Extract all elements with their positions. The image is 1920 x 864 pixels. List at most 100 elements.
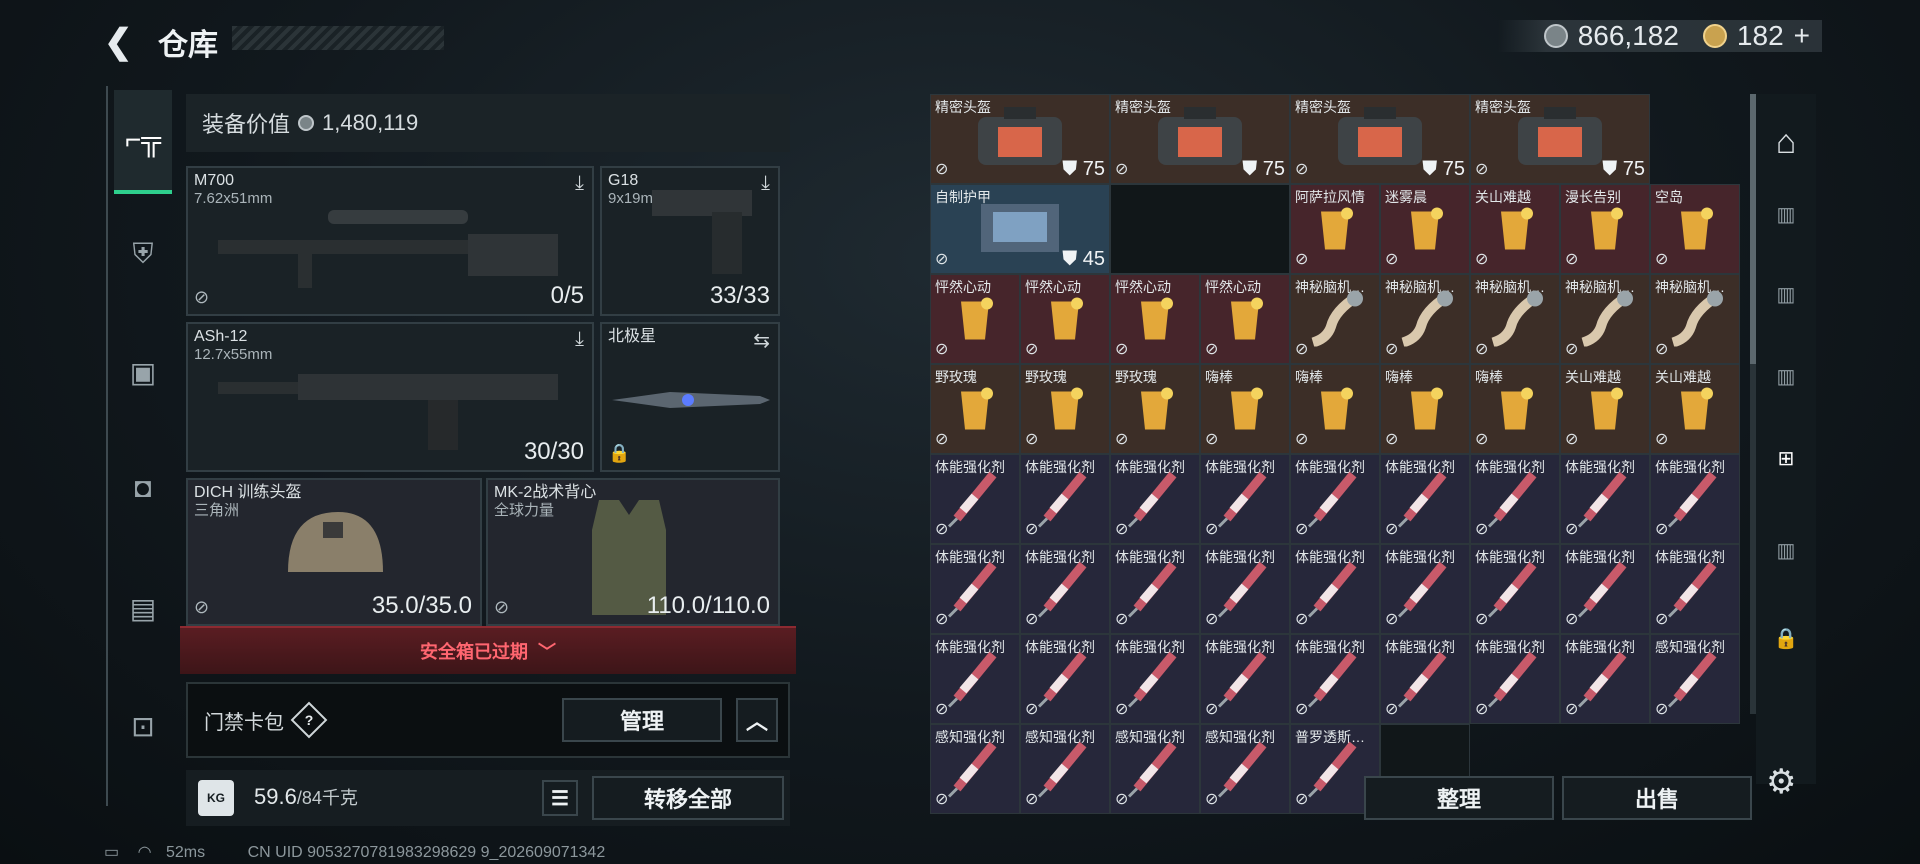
grid-item[interactable]: 体能强化剂 ⊘ <box>1560 634 1650 724</box>
grid-item[interactable]: 感知强化剂 ⊘ <box>1650 634 1740 724</box>
nav-armor[interactable]: ⛨ <box>114 202 172 306</box>
gold-add-button[interactable]: + <box>1794 20 1810 52</box>
grid-item[interactable]: 怦然心动 ⊘ <box>930 274 1020 364</box>
grid-item[interactable]: 精密头盔 ⊘ ⛊ 75 <box>1290 94 1470 184</box>
grid-item[interactable]: 体能强化剂 ⊘ <box>1110 634 1200 724</box>
grid-item[interactable]: 精密头盔 ⊘ ⛊ 75 <box>1110 94 1290 184</box>
swap-icon[interactable]: ⇆ <box>753 328 770 353</box>
grid-item[interactable]: 体能强化剂 ⊘ <box>1380 634 1470 724</box>
grid-item[interactable]: 嗨棒 ⊘ <box>1290 364 1380 454</box>
storage-v-icon[interactable]: ▥ <box>1762 190 1810 238</box>
grid-item[interactable]: 体能强化剂 ⊘ <box>1380 454 1470 544</box>
secondary-weapon-slot[interactable]: G18 9x19mm ⤓ 33/33 <box>600 166 780 316</box>
nav-toolbox[interactable]: ⊡ <box>114 674 172 778</box>
grid-item[interactable]: 怦然心动 ⊘ <box>1200 274 1290 364</box>
grid-item[interactable]: 体能强化剂 ⊘ <box>930 634 1020 724</box>
grid-item[interactable]: 体能强化剂 ⊘ <box>930 454 1020 544</box>
grid-item[interactable]: 体能强化剂 ⊘ <box>930 544 1020 634</box>
grid-item[interactable]: 精密头盔 ⊘ ⛊ 75 <box>930 94 1110 184</box>
grid-item[interactable]: 自制护甲 ⊘ ⛊ 45 <box>930 184 1110 274</box>
nav-weapons[interactable]: ⌐╦ <box>114 90 172 194</box>
manage-button[interactable]: 管理 <box>562 698 722 742</box>
transfer-all-button[interactable]: 转移全部 <box>592 776 784 820</box>
drink-icon <box>1495 203 1535 262</box>
add-storage-icon[interactable]: ⊞ <box>1762 434 1810 482</box>
grid-item[interactable]: 体能强化剂 ⊘ <box>1110 544 1200 634</box>
grid-item[interactable]: 精密头盔 ⊘ ⛊ 75 <box>1470 94 1650 184</box>
grid-item[interactable]: 体能强化剂 ⊘ <box>1290 454 1380 544</box>
helmet-slot[interactable]: DICH 训练头盔 三角洲 ⊘ 35.0/35.0 <box>186 478 482 626</box>
grid-item[interactable]: 野玫瑰 ⊘ <box>1020 364 1110 454</box>
grid-item[interactable]: 体能强化剂 ⊘ <box>1020 454 1110 544</box>
storage-iv-3-icon[interactable]: ▥ <box>1762 526 1810 574</box>
nav-case[interactable]: ▤ <box>114 556 172 660</box>
grid-item[interactable]: 漫长告别 ⊘ <box>1560 184 1650 274</box>
storage-iv-icon[interactable]: ▥ <box>1762 270 1810 318</box>
grid-item[interactable]: 体能强化剂 ⊘ <box>1380 544 1470 634</box>
no-insure-icon: ⊘ <box>1565 341 1579 358</box>
secondary-rifle-slot[interactable]: ASh-12 12.7x55mm ⤓ 30/30 <box>186 322 594 472</box>
grid-item[interactable]: 关山难越 ⊘ <box>1470 184 1560 274</box>
grid-item[interactable]: 阿萨拉风情 ⊘ <box>1290 184 1380 274</box>
grid-item[interactable]: 关山难越 ⊘ <box>1560 364 1650 454</box>
grid-item[interactable]: 怦然心动 ⊘ <box>1110 274 1200 364</box>
grid-item[interactable]: 野玫瑰 ⊘ <box>930 364 1020 454</box>
grid-item[interactable]: 怦然心动 ⊘ <box>1020 274 1110 364</box>
grid-item[interactable]: 体能强化剂 ⊘ <box>1470 454 1560 544</box>
grid-item[interactable]: 神秘脑机… ⊘ <box>1470 274 1560 364</box>
gear-icon[interactable]: ⚙ <box>1766 762 1796 802</box>
grid-item[interactable]: 体能强化剂 ⊘ <box>1560 544 1650 634</box>
storage-iv-2-icon[interactable]: ▥ <box>1762 352 1810 400</box>
warehouse-icon[interactable]: ⌂ <box>1762 118 1810 166</box>
slot-brand: 三角洲 <box>194 502 240 519</box>
grid-item[interactable]: 体能强化剂 ⊘ <box>1470 634 1560 724</box>
vest-slot[interactable]: MK-2战术背心 全球力量 ⊘ 110.0/110.0 <box>486 478 780 626</box>
grid-item[interactable]: 嗨棒 ⊘ <box>1200 364 1290 454</box>
grid-item[interactable]: 体能强化剂 ⊘ <box>1200 544 1290 634</box>
grid-item[interactable]: 神秘脑机… ⊘ <box>1290 274 1380 364</box>
grid-item[interactable]: 体能强化剂 ⊘ <box>1470 544 1560 634</box>
nav-backpack[interactable]: ◘ <box>114 436 172 540</box>
grid-item[interactable]: 空岛 ⊘ <box>1650 184 1740 274</box>
sort-button[interactable]: 整理 <box>1364 776 1554 820</box>
grid-item[interactable]: 神秘脑机… ⊘ <box>1650 274 1740 364</box>
no-insure-icon: ⊘ <box>1025 521 1039 538</box>
download-icon[interactable]: ⤓ <box>761 172 770 195</box>
syringe-icon <box>1665 468 1725 537</box>
help-icon[interactable]: ? <box>290 701 328 739</box>
syringe-icon <box>1395 468 1455 537</box>
grid-item[interactable]: 嗨棒 ⊘ <box>1470 364 1560 454</box>
no-insure-icon: ⊘ <box>1385 611 1399 628</box>
grid-item[interactable]: 体能强化剂 ⊘ <box>1020 634 1110 724</box>
grid-item[interactable]: 神秘脑机… ⊘ <box>1380 274 1470 364</box>
sell-button[interactable]: 出售 <box>1562 776 1752 820</box>
grid-item[interactable]: 野玫瑰 ⊘ <box>1110 364 1200 454</box>
no-insure-icon: ⊘ <box>935 611 949 628</box>
grid-item[interactable]: 体能强化剂 ⊘ <box>1560 454 1650 544</box>
grid-item[interactable]: 关山难越 ⊘ <box>1650 364 1740 454</box>
collapse-button[interactable]: ︿ <box>736 698 778 742</box>
grid-item[interactable]: 体能强化剂 ⊘ <box>1650 544 1740 634</box>
nav-chest-rig[interactable]: ▣ <box>114 320 172 424</box>
grid-item[interactable]: 体能强化剂 ⊘ <box>1650 454 1740 544</box>
armor-icon <box>975 196 1065 270</box>
syringe-icon <box>945 648 1005 717</box>
no-insure-icon: ⊘ <box>1655 701 1669 718</box>
safe-box-expired-banner[interactable]: 安全箱已过期 ﹀ <box>180 626 796 674</box>
grid-item[interactable]: 体能强化剂 ⊘ <box>1200 634 1290 724</box>
syringe-icon <box>1485 648 1545 717</box>
grid-item[interactable]: 神秘脑机… ⊘ <box>1560 274 1650 364</box>
grid-item[interactable]: 体能强化剂 ⊘ <box>1200 454 1290 544</box>
back-arrow-icon[interactable]: ❮ <box>104 22 134 61</box>
grid-item[interactable]: 体能强化剂 ⊘ <box>1290 544 1380 634</box>
primary-weapon-slot[interactable]: M700 7.62x51mm ⤓ ⊘ 0/5 <box>186 166 594 316</box>
durability: 35.0/35.0 <box>371 592 472 619</box>
grid-item[interactable]: 体能强化剂 ⊘ <box>1110 454 1200 544</box>
grid-item[interactable]: 迷雾晨 ⊘ <box>1380 184 1470 274</box>
melee-slot[interactable]: 北极星 ⇆ 🔒 <box>600 322 780 472</box>
grid-item[interactable]: 体能强化剂 ⊘ <box>1290 634 1380 724</box>
lock-icon[interactable]: 🔒 <box>1762 614 1810 662</box>
list-button[interactable]: ☰ <box>542 780 578 816</box>
grid-item[interactable]: 体能强化剂 ⊘ <box>1020 544 1110 634</box>
grid-item[interactable]: 嗨棒 ⊘ <box>1380 364 1470 454</box>
